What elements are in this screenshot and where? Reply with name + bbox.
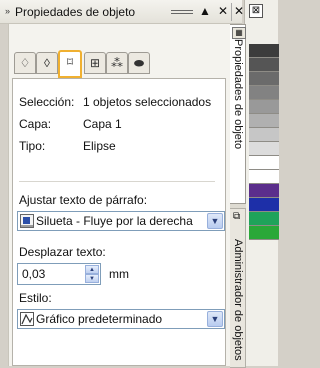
color-swatch[interactable] [249, 114, 279, 128]
layer-value: Capa 1 [83, 117, 122, 131]
properties-content: Selección: 1 objetos seleccionados Capa:… [12, 78, 226, 366]
collapse-up-icon[interactable]: ▲ [197, 2, 213, 20]
tab-frame[interactable]: ⌑ [58, 50, 82, 78]
docker-title: Propiedades de objeto [15, 5, 136, 19]
wrap-text-combo[interactable]: Silueta - Fluye por la derecha ▼ [17, 211, 225, 231]
tab-ellipse[interactable]: ⬬ [128, 52, 150, 74]
style-combo[interactable]: Gráfico predeterminado ▼ [17, 309, 225, 329]
wrap-text-label: Ajustar texto de párrafo: [19, 193, 148, 207]
color-swatch[interactable] [249, 100, 279, 114]
docker-vertical-tabs: ▦ Propiedades de objeto ⧉ Administrador … [230, 24, 246, 368]
offset-value: 0,03 [22, 267, 46, 281]
wrap-contour-icon [20, 214, 34, 228]
tab-outline[interactable]: ◊ [36, 52, 58, 74]
outer-close-icon[interactable]: ✕ [231, 2, 247, 20]
tab-fill[interactable]: ♢ [14, 52, 36, 74]
spin-up-icon[interactable]: ▲ [85, 265, 99, 274]
layer-label: Capa: [19, 117, 52, 131]
color-swatch[interactable] [249, 156, 279, 170]
pattern-icon: ⁂ [111, 56, 123, 70]
color-swatch[interactable] [249, 58, 279, 72]
color-swatch[interactable] [249, 142, 279, 156]
frame-icon: ⌑ [66, 55, 74, 69]
section-divider [19, 181, 215, 182]
color-swatch[interactable] [249, 212, 279, 226]
tab-object-manager[interactable]: ⧉ Administrador de objetos [230, 208, 246, 368]
chevron-down-icon[interactable]: ▼ [207, 213, 223, 229]
vtab-label: Administrador de objetos [232, 239, 244, 361]
color-swatch-list [249, 44, 279, 240]
chevron-down-icon[interactable]: ▼ [207, 311, 223, 327]
offset-label: Desplazar texto: [19, 245, 106, 259]
selection-value: 1 objetos seleccionados [83, 95, 212, 109]
object-manager-icon: ⧉ [233, 211, 241, 222]
type-label: Tipo: [19, 139, 46, 153]
tab-grid-frame[interactable]: ⊞ [84, 52, 106, 74]
offset-unit: mm [109, 267, 129, 281]
tab-object-properties[interactable]: ▦ Propiedades de objeto [230, 24, 246, 204]
color-swatch[interactable] [249, 198, 279, 212]
spin-down-icon[interactable]: ▼ [85, 274, 99, 283]
color-swatch[interactable] [249, 44, 279, 58]
grip-icon[interactable]: » [5, 6, 10, 16]
color-swatch[interactable] [249, 184, 279, 198]
style-value: Gráfico predeterminado [36, 312, 163, 326]
adjacent-color-palette: ⊠ [244, 0, 279, 366]
docker-title-bar: » Propiedades de objeto ▲ ✕ ✕ [0, 0, 244, 24]
spinner-buttons: ▲ ▼ [85, 265, 99, 283]
fill-bucket-icon: ♢ [19, 56, 31, 70]
offset-spinner[interactable]: 0,03 ▲ ▼ [17, 263, 101, 285]
style-label: Estilo: [19, 291, 52, 305]
vtab-label: Propiedades de objeto [232, 39, 244, 150]
color-swatch[interactable] [249, 86, 279, 100]
grid-frame-icon: ⊞ [89, 56, 101, 70]
color-swatch[interactable] [249, 72, 279, 86]
color-swatch[interactable] [249, 128, 279, 142]
type-value: Elipse [83, 139, 116, 153]
selection-label: Selección: [19, 95, 75, 109]
drag-handle-lines[interactable] [171, 10, 193, 14]
color-swatch[interactable] [249, 170, 279, 184]
color-swatch[interactable] [249, 226, 279, 240]
wrap-text-value: Silueta - Fluye por la derecha [36, 214, 193, 228]
palette-options-icon[interactable]: ⊠ [249, 4, 263, 18]
ellipse-icon: ⬬ [133, 56, 145, 70]
pen-outline-icon: ◊ [44, 56, 50, 70]
close-icon[interactable]: ✕ [215, 2, 231, 20]
graphic-style-icon [20, 312, 34, 326]
properties-icon: ▦ [232, 27, 246, 39]
tab-pattern[interactable]: ⁂ [106, 52, 128, 74]
